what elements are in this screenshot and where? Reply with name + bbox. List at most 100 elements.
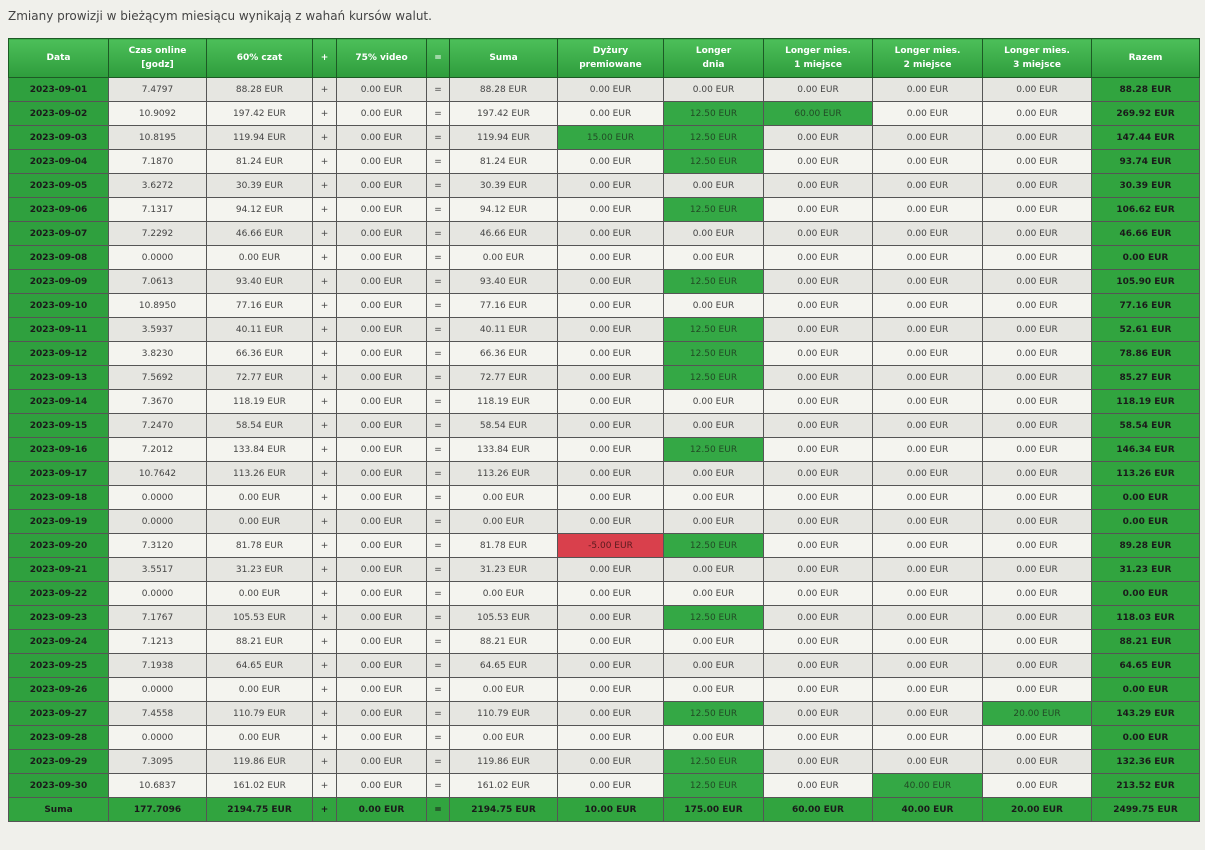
- table-cell: 0.00 EUR: [872, 341, 983, 366]
- table-cell: +: [312, 437, 337, 462]
- table-cell: 0.00 EUR: [982, 509, 1092, 534]
- table-cell: 0.00 EUR: [336, 197, 427, 222]
- column-header-label: +: [320, 53, 329, 63]
- table-cell: =: [426, 461, 450, 486]
- table-cell: 0.00 EUR: [763, 245, 873, 270]
- table-cell: 81.78 EUR: [206, 533, 313, 558]
- table-cell: =: [426, 317, 450, 342]
- column-header-label: Longer mies.: [894, 46, 961, 56]
- table-cell: 7.0613: [108, 269, 207, 294]
- table-cell: 0.00 EUR: [557, 197, 664, 222]
- column-header-label: Longer: [695, 46, 732, 56]
- column-header-label: [godz]: [141, 60, 174, 70]
- total-value: 40.00 EUR: [872, 797, 983, 822]
- table-cell: 0.00 EUR: [982, 725, 1092, 750]
- table-cell: 94.12 EUR: [449, 197, 558, 222]
- table-cell: =: [426, 725, 450, 750]
- table-cell: 0.00 EUR: [336, 701, 427, 726]
- table-cell: 0.00 EUR: [663, 629, 764, 654]
- table-cell: 133.84 EUR: [206, 437, 313, 462]
- total-value: 10.00 EUR: [557, 797, 664, 822]
- date-cell: 2023-09-04: [8, 149, 109, 174]
- table-row: 2023-09-12 3.8230 66.36 EUR +0.00 EUR = 66.36…: [8, 341, 1200, 366]
- table-cell: 0.00 EUR: [872, 149, 983, 174]
- table-cell: 20.00 EUR: [982, 701, 1092, 726]
- table-cell: 0.00 EUR: [336, 269, 427, 294]
- table-cell: 30.39 EUR: [449, 173, 558, 198]
- table-cell: 0.00 EUR: [449, 485, 558, 510]
- table-row: 2023-09-07 7.2292 46.66 EUR +0.00 EUR = 46.66…: [8, 221, 1200, 246]
- table-cell: 118.19 EUR: [206, 389, 313, 414]
- column-header-label: dnia: [702, 60, 725, 70]
- table-cell: 0.00 EUR: [982, 317, 1092, 342]
- table-cell: 0.00 EUR: [206, 677, 313, 702]
- table-cell: 0.00 EUR: [763, 389, 873, 414]
- table-cell: +: [312, 77, 337, 102]
- table-cell: 0.00 EUR: [336, 389, 427, 414]
- table-cell: 0.00 EUR: [982, 461, 1092, 486]
- table-cell: 0.00 EUR: [557, 101, 664, 126]
- date-cell: 2023-09-18: [8, 485, 109, 510]
- table-cell: 0.00 EUR: [872, 365, 983, 390]
- table-row: 2023-09-20 7.3120 81.78 EUR +0.00 EUR = 81.78…: [8, 533, 1200, 558]
- table-row: 2023-09-21 3.5517 31.23 EUR +0.00 EUR = 31.23…: [8, 557, 1200, 582]
- table-cell: 0.00 EUR: [336, 677, 427, 702]
- table-cell: 31.23 EUR: [449, 557, 558, 582]
- table-row: 2023-09-29 7.3095 119.86 EUR +0.00 EUR = 119.…: [8, 749, 1200, 774]
- table-cell: 0.00 EUR: [336, 749, 427, 774]
- total-value: +: [312, 797, 337, 822]
- table-cell: 0.00 EUR: [663, 461, 764, 486]
- table-cell: +: [312, 653, 337, 678]
- table-cell: 0.00 EUR: [982, 533, 1092, 558]
- table-cell: 0.00 EUR: [982, 485, 1092, 510]
- table-cell: 0.00 EUR: [872, 701, 983, 726]
- table-cell: 0.00 EUR: [336, 725, 427, 750]
- table-cell: 0.00 EUR: [872, 101, 983, 126]
- table-cell: 0.00 EUR: [982, 149, 1092, 174]
- table-cell: 46.66 EUR: [449, 221, 558, 246]
- table-cell: 0.00 EUR: [336, 365, 427, 390]
- table-cell: 7.4797: [108, 77, 207, 102]
- table-cell: 119.94 EUR: [206, 125, 313, 150]
- total-cell: 46.66 EUR: [1091, 221, 1200, 246]
- table-cell: 0.00 EUR: [763, 413, 873, 438]
- table-cell: 0.00 EUR: [663, 653, 764, 678]
- table-cell: 0.00 EUR: [763, 365, 873, 390]
- table-cell: 12.50 EUR: [663, 533, 764, 558]
- table-cell: +: [312, 677, 337, 702]
- table-cell: 0.00 EUR: [449, 677, 558, 702]
- column-header-label: premiowane: [579, 60, 642, 70]
- table-cell: 10.8195: [108, 125, 207, 150]
- table-cell: 0.00 EUR: [336, 293, 427, 318]
- table-cell: +: [312, 509, 337, 534]
- table-cell: 0.00 EUR: [872, 629, 983, 654]
- table-cell: 0.00 EUR: [449, 581, 558, 606]
- column-header-label: 3 miejsce: [1013, 60, 1061, 70]
- table-cell: 64.65 EUR: [449, 653, 558, 678]
- table-cell: =: [426, 221, 450, 246]
- table-cell: 0.00 EUR: [982, 437, 1092, 462]
- table-cell: 0.00 EUR: [663, 173, 764, 198]
- table-cell: 0.00 EUR: [763, 509, 873, 534]
- total-cell: 64.65 EUR: [1091, 653, 1200, 678]
- table-cell: 0.00 EUR: [336, 653, 427, 678]
- table-cell: 0.00 EUR: [763, 77, 873, 102]
- table-cell: 60.00 EUR: [763, 101, 873, 126]
- table-cell: 0.00 EUR: [982, 389, 1092, 414]
- column-header: Suma: [449, 38, 558, 78]
- table-cell: 3.6272: [108, 173, 207, 198]
- total-value: 2194.75 EUR: [206, 797, 313, 822]
- table-cell: 10.9092: [108, 101, 207, 126]
- table-cell: 0.00 EUR: [872, 461, 983, 486]
- total-value: 20.00 EUR: [982, 797, 1092, 822]
- date-cell: 2023-09-09: [8, 269, 109, 294]
- table-cell: 0.00 EUR: [982, 101, 1092, 126]
- table-cell: 10.7642: [108, 461, 207, 486]
- table-row: 2023-09-16 7.2012 133.84 EUR +0.00 EUR = 133.…: [8, 437, 1200, 462]
- table-cell: -5.00 EUR: [557, 533, 664, 558]
- table-cell: 0.00 EUR: [763, 581, 873, 606]
- table-cell: 0.00 EUR: [449, 245, 558, 270]
- total-cell: 89.28 EUR: [1091, 533, 1200, 558]
- table-cell: 7.3120: [108, 533, 207, 558]
- table-cell: 161.02 EUR: [206, 773, 313, 798]
